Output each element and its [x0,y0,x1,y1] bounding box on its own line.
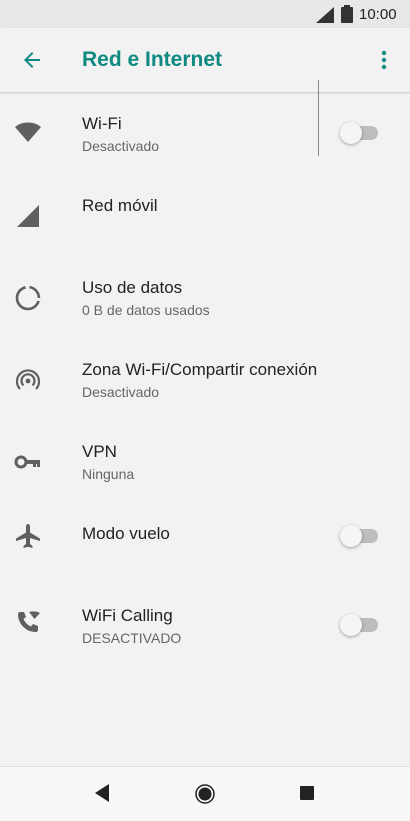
airplane-mode-toggle[interactable] [340,523,380,547]
signal-icon [316,7,334,23]
wifi-toggle[interactable] [340,120,380,144]
back-arrow-icon[interactable] [20,48,44,72]
app-bar: Red e Internet [0,28,410,92]
item-subtitle: Desactivado [82,138,160,154]
data-usage-icon [15,285,41,311]
nav-recents-icon[interactable] [300,786,314,800]
list-item-vpn[interactable]: VPN Ninguna [0,420,410,502]
item-subtitle: DESACTIVADO [82,630,182,646]
wifi-calling-toggle[interactable] [340,612,380,636]
list-item-mobile-network[interactable]: Red móvil [0,174,410,256]
item-title: Uso de datos [82,278,183,297]
cell-signal-icon [17,205,39,227]
list-item-wifi-calling[interactable]: WiFi Calling DESACTIVADO [0,584,410,666]
wifi-icon [15,122,41,142]
list-item-data-usage[interactable]: Uso de datos 0 B de datos usados [0,256,410,338]
list-item-wifi[interactable]: Wi-Fi Desactivado [0,92,410,174]
item-title: Wi-Fi [82,114,122,133]
battery-icon [341,5,353,23]
item-title: Zona Wi-Fi/Compartir conexión [82,360,318,379]
status-time: 10:00 [359,6,397,23]
airplane-icon [16,524,40,548]
item-title: Red móvil [82,196,158,215]
item-subtitle: Desactivado [82,384,160,400]
list-item-hotspot[interactable]: Zona Wi-Fi/Compartir conexión Desactivad… [0,338,410,420]
more-options-icon[interactable] [376,48,392,72]
navigation-bar [0,766,410,821]
nav-back-icon[interactable] [95,784,109,802]
item-subtitle: Ninguna [82,466,135,482]
list-item-airplane-mode[interactable]: Modo vuelo [0,502,410,584]
item-title: Modo vuelo [82,524,170,543]
hotspot-icon [15,369,41,390]
wifi-calling-icon [18,611,40,632]
item-title: VPN [82,442,117,461]
vpn-key-icon [14,455,40,469]
page-title: Red e Internet [82,48,223,71]
item-title: WiFi Calling [82,606,173,625]
item-subtitle: 0 B de datos usados [82,302,210,318]
nav-home-icon[interactable] [195,784,215,804]
status-bar: 10:00 [0,0,410,28]
